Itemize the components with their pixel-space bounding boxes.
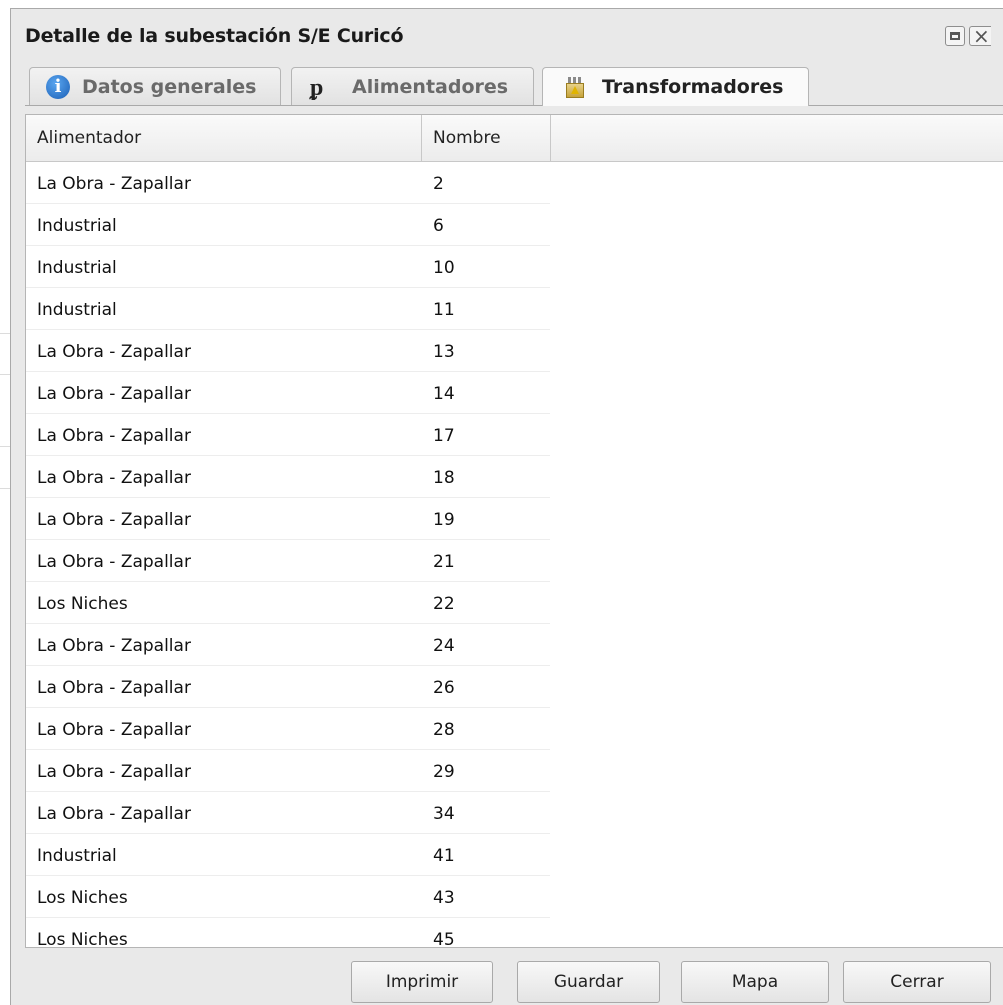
tab-label: Datos generales	[82, 76, 257, 98]
cell-alimentador: La Obra - Zapallar	[37, 762, 191, 782]
cell-nombre: 2	[433, 174, 444, 194]
cell-alimentador: Industrial	[37, 846, 117, 866]
cell-alimentador: Los Niches	[37, 594, 128, 614]
cell-nombre: 21	[433, 552, 455, 572]
table-row[interactable]: Industrial 41	[26, 834, 550, 876]
cell-nombre: 24	[433, 636, 455, 656]
info-icon	[46, 75, 70, 99]
substation-detail-window: Detalle de la subestación S/E Curicó × D…	[10, 8, 1003, 1005]
cell-nombre: 13	[433, 342, 455, 362]
feeder-icon: ᵱ	[310, 72, 324, 101]
table-row[interactable]: La Obra - Zapallar 2	[26, 162, 550, 204]
tab-label: Transformadores	[602, 76, 784, 98]
table-row[interactable]: Los Niches 43	[26, 876, 550, 918]
table-row[interactable]: La Obra - Zapallar 29	[26, 750, 550, 792]
transformers-grid[interactable]: Alimentador Nombre La Obra - Zapallar 2 In…	[25, 114, 1003, 948]
cell-nombre: 41	[433, 846, 455, 866]
close-window-button[interactable]: ×	[969, 24, 991, 48]
grid-header: Alimentador Nombre	[26, 115, 1003, 162]
tab-alimentadores[interactable]: ᵱ Alimentadores	[291, 67, 534, 105]
column-header-alimentador[interactable]: Alimentador	[26, 115, 422, 161]
table-row[interactable]: Industrial 11	[26, 288, 550, 330]
cell-nombre: 14	[433, 384, 455, 404]
cell-alimentador: La Obra - Zapallar	[37, 636, 191, 656]
cell-nombre: 19	[433, 510, 455, 530]
tab-transformadores[interactable]: Transformadores	[542, 67, 809, 106]
cell-nombre: 34	[433, 804, 455, 824]
cell-nombre: 45	[433, 930, 455, 948]
cell-alimentador: La Obra - Zapallar	[37, 804, 191, 824]
cell-alimentador: La Obra - Zapallar	[37, 678, 191, 698]
cell-alimentador: La Obra - Zapallar	[37, 384, 191, 404]
table-row[interactable]: Los Niches 22	[26, 582, 550, 624]
window-title: Detalle de la subestación S/E Curicó	[25, 25, 404, 47]
table-row[interactable]: Los Niches 45	[26, 918, 550, 948]
table-row[interactable]: La Obra - Zapallar 34	[26, 792, 550, 834]
cell-nombre: 10	[433, 258, 455, 278]
close-icon: ×	[973, 24, 990, 48]
cell-alimentador: La Obra - Zapallar	[37, 720, 191, 740]
table-row[interactable]: La Obra - Zapallar 13	[26, 330, 550, 372]
cell-alimentador: La Obra - Zapallar	[37, 552, 191, 572]
maximize-button[interactable]	[945, 26, 965, 46]
tab-label: Alimentadores	[352, 76, 509, 98]
table-row[interactable]: La Obra - Zapallar 24	[26, 624, 550, 666]
cell-nombre: 43	[433, 888, 455, 908]
cell-alimentador: La Obra - Zapallar	[37, 174, 191, 194]
cell-nombre: 17	[433, 426, 455, 446]
save-button[interactable]: Guardar	[517, 961, 660, 1003]
cell-nombre: 22	[433, 594, 455, 614]
close-button[interactable]: Cerrar	[843, 961, 991, 1003]
window-titlebar[interactable]: Detalle de la subestación S/E Curicó ×	[11, 9, 1003, 59]
cell-alimentador: Los Niches	[37, 930, 128, 948]
cell-alimentador: La Obra - Zapallar	[37, 468, 191, 488]
table-row[interactable]: La Obra - Zapallar 17	[26, 414, 550, 456]
table-row[interactable]: La Obra - Zapallar 26	[26, 666, 550, 708]
table-row[interactable]: La Obra - Zapallar 18	[26, 456, 550, 498]
column-header-nombre[interactable]: Nombre	[422, 115, 551, 161]
cell-alimentador: Industrial	[37, 258, 117, 278]
cell-nombre: 26	[433, 678, 455, 698]
tab-datos-generales[interactable]: Datos generales	[29, 67, 281, 105]
cell-alimentador: Industrial	[37, 300, 117, 320]
table-row[interactable]: La Obra - Zapallar 14	[26, 372, 550, 414]
cell-nombre: 11	[433, 300, 455, 320]
table-row[interactable]: Industrial 10	[26, 246, 550, 288]
tab-bar: Datos generales ᵱ Alimentadores Transfor…	[25, 61, 1003, 106]
cell-nombre: 18	[433, 468, 455, 488]
cell-nombre: 28	[433, 720, 455, 740]
cell-alimentador: Industrial	[37, 216, 117, 236]
print-button[interactable]: Imprimir	[351, 961, 493, 1003]
cell-alimentador: La Obra - Zapallar	[37, 342, 191, 362]
cell-alimentador: Los Niches	[37, 888, 128, 908]
cell-nombre: 29	[433, 762, 455, 782]
table-row[interactable]: La Obra - Zapallar 21	[26, 540, 550, 582]
table-row[interactable]: Industrial 6	[26, 204, 550, 246]
cell-nombre: 6	[433, 216, 444, 236]
table-row[interactable]: La Obra - Zapallar 19	[26, 498, 550, 540]
table-row[interactable]: La Obra - Zapallar 28	[26, 708, 550, 750]
cell-alimentador: La Obra - Zapallar	[37, 510, 191, 530]
cell-alimentador: La Obra - Zapallar	[37, 426, 191, 446]
transformer-icon	[563, 75, 587, 99]
grid-rows: La Obra - Zapallar 2 Industrial 6 Industrial…	[26, 162, 550, 948]
map-button[interactable]: Mapa	[681, 961, 829, 1003]
